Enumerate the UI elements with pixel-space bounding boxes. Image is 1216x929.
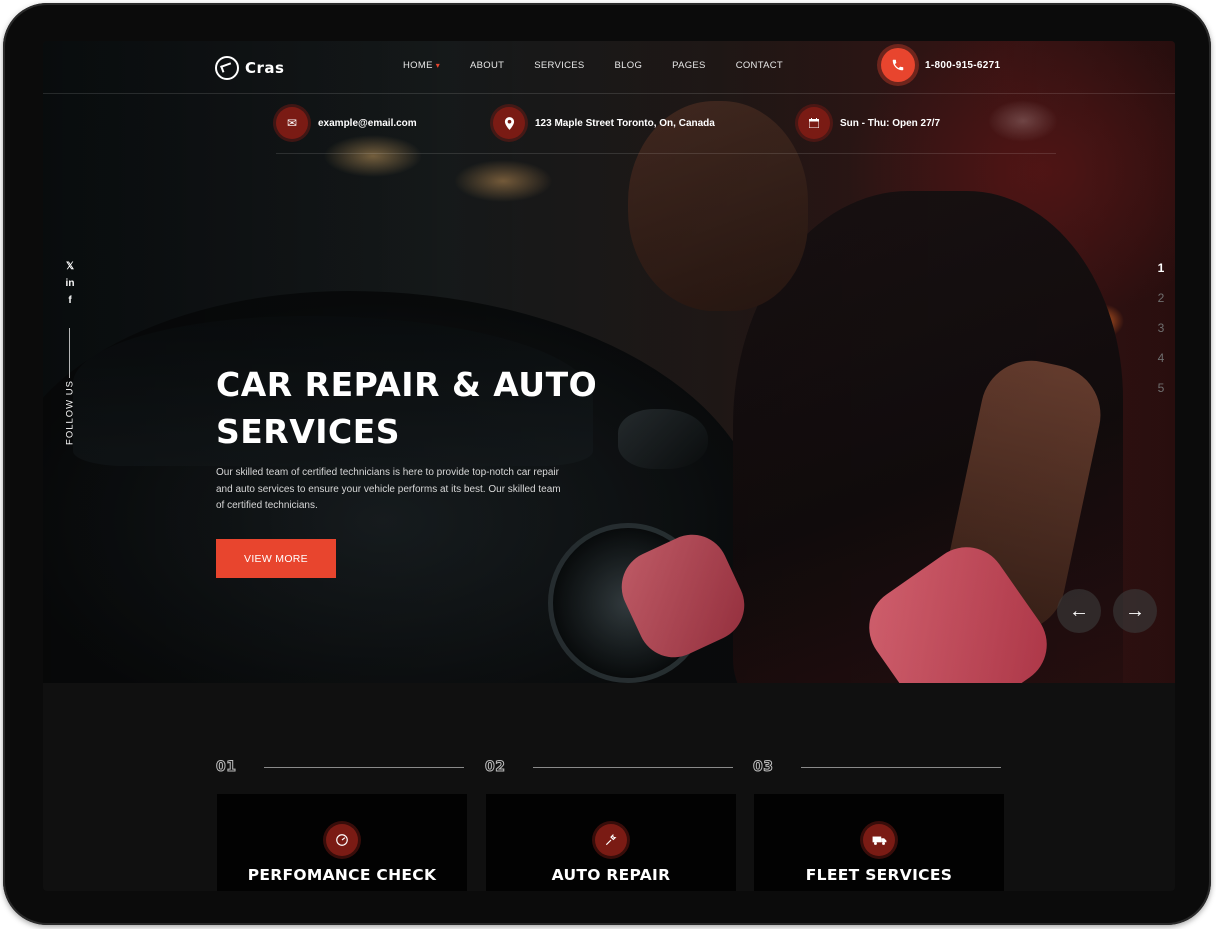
browser-viewport: Cras HOME ▾ ABOUT SERVICES BLOG PAGES CO… bbox=[43, 41, 1175, 891]
hero-title-line1: CAR REPAIR & AUTO bbox=[216, 365, 598, 404]
main-menu: HOME ▾ ABOUT SERVICES BLOG PAGES CONTACT bbox=[403, 60, 813, 71]
hours-info: Sun - Thu: Open 27/7 bbox=[798, 107, 940, 139]
email-text: example@email.com bbox=[318, 117, 417, 129]
address-info: 123 Maple Street Toronto, On, Canada bbox=[493, 107, 715, 139]
main-navbar: Cras HOME ▾ ABOUT SERVICES BLOG PAGES CO… bbox=[43, 41, 1175, 94]
logo-icon bbox=[215, 56, 239, 80]
step-divider bbox=[264, 766, 465, 768]
arrow-right-icon: → bbox=[1125, 599, 1145, 622]
slide-page-4[interactable]: 4 bbox=[1151, 351, 1171, 381]
hours-text: Sun - Thu: Open 27/7 bbox=[840, 117, 941, 129]
contact-info-bar: ✉ example@email.com 123 Maple Street Tor… bbox=[276, 107, 1056, 154]
follow-divider bbox=[69, 328, 70, 378]
view-more-button[interactable]: VIEW MORE bbox=[216, 539, 336, 578]
phone-contact[interactable]: 1-800-915-6271 bbox=[881, 48, 1000, 82]
x-icon[interactable]: 𝕏 bbox=[57, 261, 83, 272]
slider-pagination: 1 2 3 4 5 bbox=[1151, 261, 1171, 411]
feature-steps: 01 02 03 bbox=[215, 759, 1036, 779]
slide-page-2[interactable]: 2 bbox=[1151, 291, 1171, 321]
facebook-icon[interactable]: f bbox=[57, 295, 83, 306]
step-number: 03 bbox=[752, 759, 774, 776]
nav-item-home[interactable]: HOME ▾ bbox=[403, 60, 440, 71]
phone-number: 1-800-915-6271 bbox=[925, 59, 1001, 71]
calendar-icon bbox=[798, 107, 830, 139]
chevron-down-icon: ▾ bbox=[435, 61, 441, 70]
nav-item-services[interactable]: SERVICES bbox=[534, 60, 584, 71]
step-divider bbox=[533, 766, 734, 768]
step-number: 01 bbox=[215, 759, 237, 776]
linkedin-icon[interactable]: in bbox=[57, 278, 83, 289]
service-card-auto-repair[interactable]: AUTO REPAIR bbox=[486, 794, 736, 891]
slide-page-5[interactable]: 5 bbox=[1151, 381, 1171, 411]
service-card-performance[interactable]: PERFOMANCE CHECK bbox=[217, 794, 467, 891]
hero-title: CAR REPAIR & AUTO SERVICES bbox=[216, 361, 636, 455]
nav-item-pages[interactable]: PAGES bbox=[672, 60, 706, 71]
service-card-title: FLEET SERVICES bbox=[805, 866, 953, 884]
nav-item-contact[interactable]: CONTACT bbox=[736, 60, 783, 71]
follow-us-label: FOLLOW US bbox=[64, 380, 76, 445]
logo-text: Cras bbox=[245, 59, 285, 77]
service-card-fleet[interactable]: FLEET SERVICES bbox=[754, 794, 1004, 891]
next-slide-button[interactable]: → bbox=[1113, 589, 1157, 633]
step-2: 02 bbox=[484, 759, 734, 776]
follow-us-bar: 𝕏 in f FOLLOW US bbox=[57, 261, 83, 461]
phone-icon bbox=[881, 48, 915, 82]
hero-title-line2: SERVICES bbox=[216, 412, 401, 451]
hero-description: Our skilled team of certified technician… bbox=[216, 467, 561, 511]
step-3: 03 bbox=[752, 759, 1002, 776]
arrow-left-icon: ← bbox=[1069, 599, 1089, 622]
site-logo[interactable]: Cras bbox=[215, 56, 284, 80]
step-number: 02 bbox=[484, 759, 506, 776]
address-text: 123 Maple Street Toronto, On, Canada bbox=[535, 117, 715, 129]
step-divider bbox=[801, 766, 1002, 768]
service-card-title: PERFOMANCE CHECK bbox=[247, 866, 437, 884]
repair-tools-icon bbox=[595, 824, 627, 856]
prev-slide-button[interactable]: ← bbox=[1057, 589, 1101, 633]
nav-item-blog[interactable]: BLOG bbox=[615, 60, 643, 71]
truck-icon bbox=[863, 824, 895, 856]
mail-icon: ✉ bbox=[276, 107, 308, 139]
speedometer-icon bbox=[326, 824, 358, 856]
nav-label-home: HOME bbox=[403, 60, 433, 71]
slide-page-3[interactable]: 3 bbox=[1151, 321, 1171, 351]
slide-page-1[interactable]: 1 bbox=[1151, 261, 1171, 291]
email-info[interactable]: ✉ example@email.com bbox=[276, 107, 417, 139]
nav-item-about[interactable]: ABOUT bbox=[470, 60, 504, 71]
step-1: 01 bbox=[215, 759, 465, 776]
tablet-frame: Cras HOME ▾ ABOUT SERVICES BLOG PAGES CO… bbox=[3, 3, 1211, 925]
service-card-title: AUTO REPAIR bbox=[551, 866, 671, 884]
location-pin-icon bbox=[493, 107, 525, 139]
